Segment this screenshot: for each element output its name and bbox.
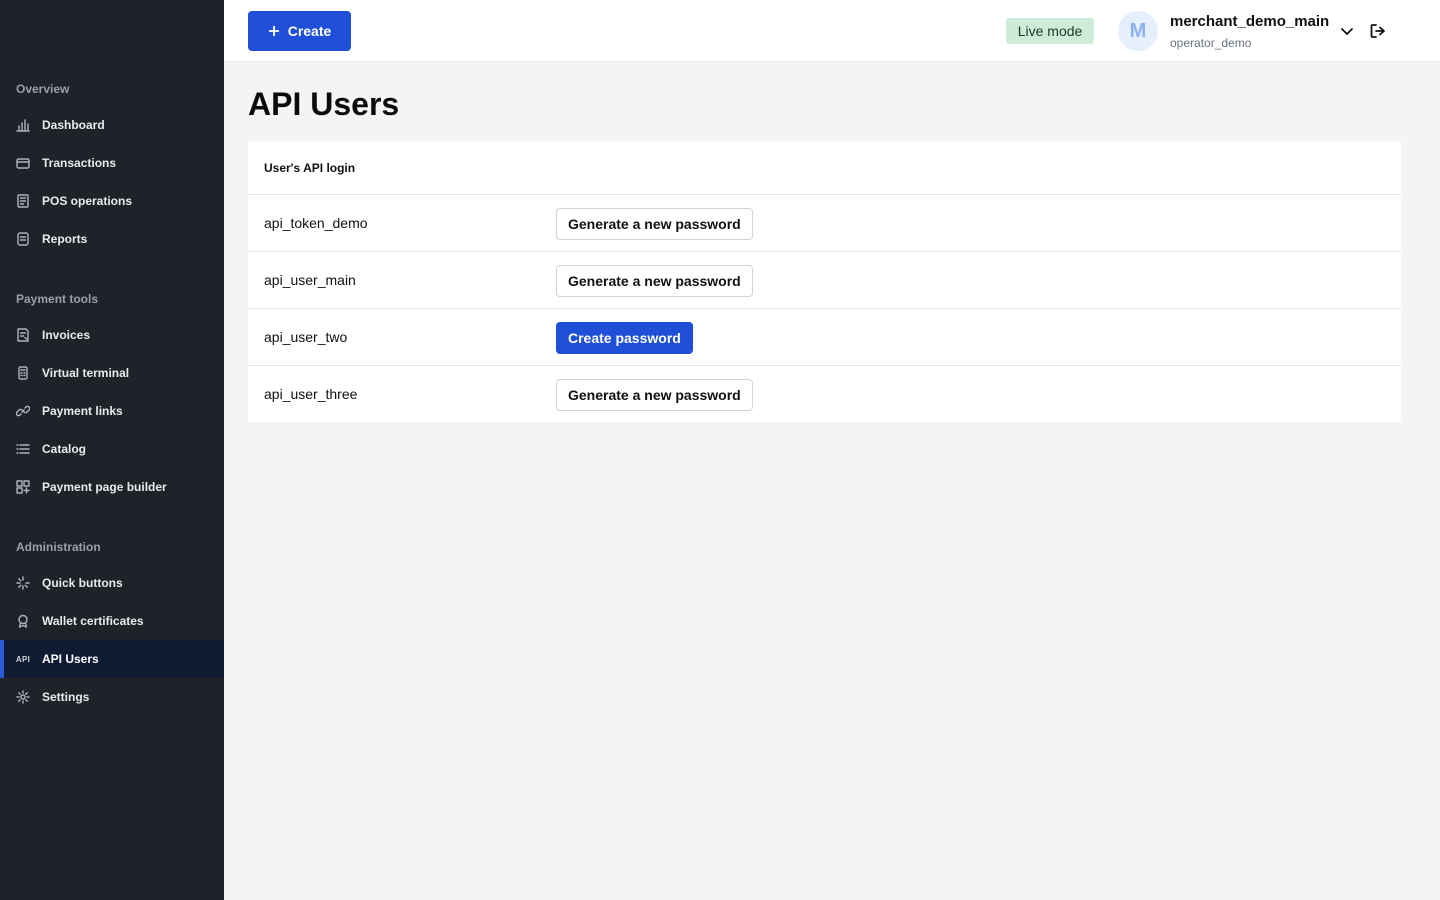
api-users-table: User's API login api_token_demo Generate… (248, 141, 1401, 422)
live-mode-badge: Live mode (1006, 18, 1094, 44)
create-password-button[interactable]: Create password (556, 322, 693, 354)
account-name: merchant_demo_main (1170, 13, 1330, 30)
quick-action-icon (16, 576, 30, 590)
sidebar-item-label: Settings (42, 690, 90, 704)
terminal-icon (16, 366, 30, 380)
grid-plus-icon (16, 480, 30, 494)
document-icon (16, 232, 30, 246)
page-title: API Users (248, 86, 400, 122)
sidebar-item-wallet-certificates[interactable]: Wallet certificates (0, 602, 224, 640)
invoice-icon (16, 328, 30, 342)
sidebar-item-label: Wallet certificates (42, 614, 144, 628)
sidebar-item-payment-page-builder[interactable]: Payment page builder (0, 468, 224, 506)
table-header: User's API login (248, 141, 1401, 195)
sidebar-item-label: Payment links (42, 404, 123, 418)
sidebar-item-label: Payment page builder (42, 480, 167, 494)
create-button[interactable]: Create (248, 11, 351, 51)
receipt-icon (16, 194, 30, 208)
plus-icon (268, 25, 280, 37)
sidebar-item-label: Catalog (42, 442, 87, 456)
list-icon (16, 442, 30, 456)
sidebar-item-label: Transactions (42, 156, 117, 170)
gear-icon (16, 690, 30, 704)
api-login: api_token_demo (264, 215, 368, 231)
api-login: api_user_main (264, 272, 356, 288)
api-login: api_user_three (264, 386, 358, 402)
section-label-payment-tools: Payment tools (16, 292, 99, 306)
section-label-overview: Overview (16, 82, 70, 96)
logout-icon[interactable] (1369, 22, 1387, 40)
sidebar-item-label: Dashboard (42, 118, 105, 132)
chevron-down-icon[interactable] (1340, 24, 1354, 38)
certificate-icon (16, 614, 30, 628)
table-row: api_user_two Create password (248, 309, 1401, 366)
sidebar-item-settings[interactable]: Settings (0, 678, 224, 716)
column-header-login: User's API login (264, 160, 356, 175)
account-subtitle: operator_demo (1170, 36, 1252, 50)
sidebar-item-quick-buttons[interactable]: Quick buttons (0, 564, 224, 602)
section-label-administration: Administration (16, 540, 101, 554)
top-bar: Create Live mode M merchant_demo_main op… (224, 0, 1440, 62)
sidebar-item-catalog[interactable]: Catalog (0, 430, 224, 468)
sidebar-item-dashboard[interactable]: Dashboard (0, 106, 224, 144)
sidebar-item-label: POS operations (42, 194, 133, 208)
sidebar-item-api-users[interactable]: API API Users (0, 640, 224, 678)
bar-chart-icon (16, 118, 30, 132)
table-row: api_user_three Generate a new password (248, 366, 1401, 422)
create-button-label: Create (287, 23, 332, 39)
sidebar-item-invoices[interactable]: Invoices (0, 316, 224, 354)
table-row: api_token_demo Generate a new password (248, 195, 1401, 252)
sidebar-item-transactions[interactable]: Transactions (0, 144, 224, 182)
sidebar-item-pos-operations[interactable]: POS operations (0, 182, 224, 220)
generate-password-button[interactable]: Generate a new password (556, 379, 753, 411)
sidebar-item-label: API Users (42, 652, 99, 666)
avatar: M (1118, 11, 1158, 51)
sidebar-item-virtual-terminal[interactable]: Virtual terminal (0, 354, 224, 392)
table-row: api_user_main Generate a new password (248, 252, 1401, 309)
sidebar-item-label: Quick buttons (42, 576, 123, 590)
sidebar: Overview Dashboard Transactions POS oper… (0, 0, 224, 900)
sidebar-item-payment-links[interactable]: Payment links (0, 392, 224, 430)
generate-password-button[interactable]: Generate a new password (556, 265, 753, 297)
sidebar-item-label: Reports (42, 232, 88, 246)
sidebar-item-label: Invoices (42, 328, 91, 342)
api-login: api_user_two (264, 329, 348, 345)
api-icon: API (15, 654, 31, 664)
sidebar-item-label: Virtual terminal (42, 366, 130, 380)
wallet-icon (16, 156, 30, 170)
sidebar-item-reports[interactable]: Reports (0, 220, 224, 258)
link-icon (16, 404, 30, 418)
generate-password-button[interactable]: Generate a new password (556, 208, 753, 240)
